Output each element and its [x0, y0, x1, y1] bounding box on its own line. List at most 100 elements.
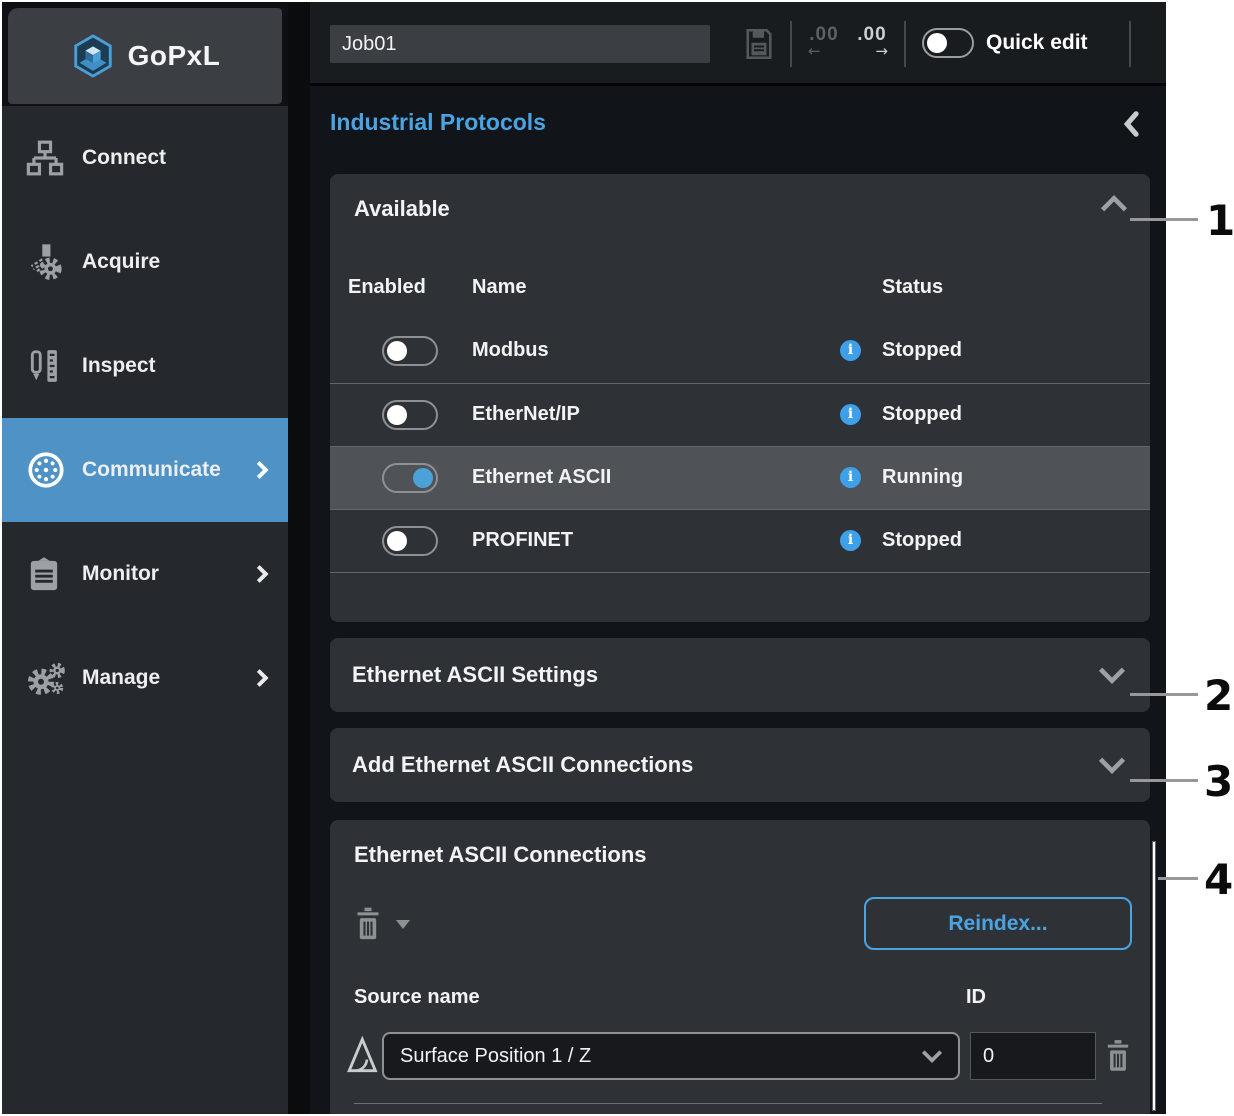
collapse-section-button[interactable] — [1098, 190, 1130, 218]
ethernet-ascii-settings-panel[interactable]: Ethernet ASCII Settings — [330, 638, 1150, 712]
sidebar-item-label: Acquire — [82, 250, 160, 274]
reindex-button[interactable]: Reindex... — [864, 897, 1132, 950]
brand-name: GoPxL — [128, 40, 221, 72]
toggle-knob — [387, 341, 407, 361]
callout-number-1: 1 — [1206, 196, 1234, 245]
callout-number-3: 3 — [1204, 757, 1233, 806]
logo-tile: GoPxL — [8, 8, 282, 104]
protocol-name: EtherNet/IP — [472, 403, 580, 426]
job-name-input[interactable] — [330, 25, 710, 63]
section-title: Available — [354, 196, 450, 222]
trash-icon — [354, 906, 382, 942]
info-icon[interactable]: i — [840, 340, 861, 361]
delete-row-button[interactable] — [1104, 1038, 1134, 1074]
chevron-down-icon[interactable] — [1096, 753, 1128, 777]
sidebar-item-label: Inspect — [82, 354, 156, 378]
column-name: Name — [472, 276, 526, 299]
separator — [790, 21, 792, 67]
caliper-icon — [26, 346, 70, 386]
sidebar-item-label: Connect — [82, 146, 166, 170]
sidebar-nav: Connect Acquire — [2, 106, 288, 730]
row-separator — [354, 1103, 1102, 1104]
table-row-ethernet-ip[interactable]: EtherNet/IP i Stopped — [330, 383, 1150, 446]
protocol-table: Modbus i Stopped EtherNet/IP i Stopped E… — [330, 320, 1150, 573]
sidebar-item-manage[interactable]: Manage — [2, 626, 288, 730]
callout-line-2 — [1130, 693, 1198, 696]
toggle-knob — [927, 33, 947, 53]
main-area: .00 ← .00 → Quick edit Industrial Protoc… — [310, 2, 1166, 1114]
table-row-modbus[interactable]: Modbus i Stopped — [330, 320, 1150, 383]
column-status: Status — [882, 276, 943, 299]
info-icon[interactable]: i — [840, 530, 861, 551]
logo-area: GoPxL — [2, 2, 288, 106]
sidebar-item-monitor[interactable]: Monitor — [2, 522, 288, 626]
protocol-enable-toggle[interactable] — [382, 400, 438, 430]
column-source-name: Source name — [354, 986, 480, 1009]
arrow-right-icon: → — [852, 46, 892, 56]
separator — [1129, 21, 1131, 67]
sidebar-item-connect[interactable]: Connect — [2, 106, 288, 210]
available-protocols-panel: Available Enabled Name Status Modbus i S… — [330, 174, 1150, 622]
protocol-enable-toggle[interactable] — [382, 336, 438, 366]
section-title: Ethernet ASCII Settings — [352, 662, 598, 688]
sidebar-item-label: Communicate — [82, 458, 221, 482]
info-icon[interactable]: i — [840, 404, 861, 425]
chevron-right-icon — [254, 564, 270, 584]
page-title: Industrial Protocols — [330, 109, 546, 136]
table-row-profinet[interactable]: PROFINET i Stopped — [330, 509, 1150, 572]
callout-number-4: 4 — [1204, 855, 1233, 904]
decimal-decrease-button[interactable]: .00 ← — [804, 24, 844, 68]
caret-down-icon — [396, 920, 410, 929]
toggle-knob — [387, 405, 407, 425]
info-icon[interactable]: i — [840, 467, 861, 488]
connection-id-input[interactable] — [970, 1032, 1096, 1080]
arrow-left-icon: ← — [804, 46, 844, 56]
source-name-dropdown[interactable]: Surface Position 1 / Z — [382, 1032, 960, 1080]
chevron-right-icon — [254, 668, 270, 688]
table-header: Enabled Name Status — [330, 276, 1150, 302]
clipboard-icon — [26, 554, 70, 594]
protocol-name: Ethernet ASCII — [472, 466, 611, 489]
sidebar-item-communicate[interactable]: Communicate — [2, 418, 288, 522]
gears-icon — [26, 658, 70, 698]
table-row-ethernet-ascii[interactable]: Ethernet ASCII i Running — [330, 446, 1150, 509]
section-title: Add Ethernet ASCII Connections — [352, 752, 693, 778]
panel-collapse-left-button[interactable] — [1120, 110, 1148, 138]
connector-icon — [26, 450, 70, 490]
callout-line-3 — [1130, 779, 1198, 782]
sidebar-item-label: Manage — [82, 666, 160, 690]
save-job-button[interactable] — [744, 26, 776, 62]
chevron-down-icon[interactable] — [1096, 663, 1128, 687]
callout-line-4 — [1158, 877, 1198, 880]
quick-edit-label: Quick edit — [986, 31, 1088, 55]
protocol-status: Stopped — [882, 403, 962, 426]
topbar: .00 ← .00 → Quick edit — [310, 2, 1166, 86]
protocol-status: Stopped — [882, 529, 962, 552]
sidebar-item-inspect[interactable]: Inspect — [2, 314, 288, 418]
add-connections-panel[interactable]: Add Ethernet ASCII Connections — [330, 728, 1150, 802]
protocol-enable-toggle[interactable] — [382, 526, 438, 556]
chevron-down-icon — [920, 1047, 944, 1065]
section-title: Ethernet ASCII Connections — [354, 842, 647, 868]
dropdown-value: Surface Position 1 / Z — [400, 1045, 920, 1068]
quick-edit-toggle[interactable] — [922, 28, 974, 58]
decimal-increase-button[interactable]: .00 → — [852, 24, 892, 68]
network-icon — [26, 138, 70, 178]
callout-line-1 — [1130, 218, 1198, 221]
connections-panel: Ethernet ASCII Connections Reindex... So… — [330, 820, 1150, 1114]
sensor-icon — [26, 242, 70, 282]
app-window: GoPxL Connect — [2, 2, 1166, 1114]
sidebar: GoPxL Connect — [2, 2, 288, 1114]
toggle-knob — [413, 468, 433, 488]
protocol-status: Stopped — [882, 339, 962, 362]
sidebar-item-acquire[interactable]: Acquire — [2, 210, 288, 314]
column-enabled: Enabled — [348, 276, 426, 299]
trash-icon — [1104, 1039, 1132, 1073]
protocol-name: Modbus — [472, 339, 549, 362]
sidebar-item-label: Monitor — [82, 562, 159, 586]
measurement-angle-icon — [344, 1034, 378, 1076]
gopxl-logo-icon — [70, 33, 116, 79]
protocol-enable-toggle[interactable] — [382, 463, 438, 493]
delete-connections-button[interactable] — [354, 906, 414, 944]
toggle-knob — [387, 531, 407, 551]
